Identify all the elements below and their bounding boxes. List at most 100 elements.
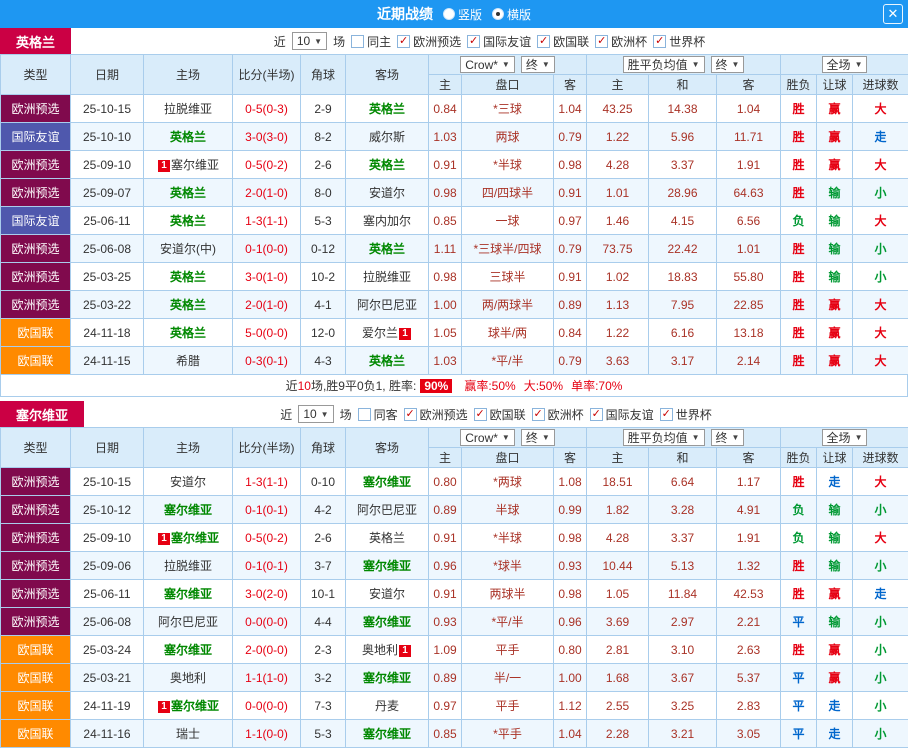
handicap-away-odds-cell: 0.96 <box>553 607 587 636</box>
layout-radio-vertical[interactable]: 竖版 <box>442 6 482 23</box>
checkbox-checked-icon <box>403 407 417 421</box>
goals-result-cell: 小 <box>852 691 908 720</box>
top-bar: 近期战绩 竖版 横版 ✕ <box>0 0 908 28</box>
handicap-home-odds-cell: 1.03 <box>428 122 462 151</box>
home-team-cell: 安道尔 <box>143 467 233 496</box>
home-team-cell: 塞尔维亚 <box>143 579 233 608</box>
team-name: 丹麦 <box>374 699 399 713</box>
home-team-cell: 英格兰 <box>143 318 233 347</box>
competition-checkbox[interactable]: 世界杯 <box>653 33 705 50</box>
team-name: 拉脱维亚 <box>163 559 212 573</box>
avg-home-odds-cell: 1.13 <box>586 290 649 319</box>
final-select[interactable]: 终 ▼ <box>710 56 745 73</box>
chevron-down-icon: ▼ <box>541 60 550 69</box>
odds-source-select[interactable]: Crow* ▼ <box>460 56 515 73</box>
same-venue-checkbox[interactable]: 同主 <box>351 33 391 50</box>
rank-badge: 1 <box>157 533 170 545</box>
result-cell: 胜 <box>780 467 818 496</box>
competition-checkbox[interactable]: 欧国联 <box>473 406 526 423</box>
corner-cell: 2-9 <box>300 94 346 123</box>
competition-checkbox[interactable]: 欧洲预选 <box>397 33 461 50</box>
team-name: 阿尔巴尼亚 <box>356 503 417 517</box>
odds-source-select[interactable]: Crow* ▼ <box>460 429 515 446</box>
handicap-line-cell: 半球 <box>461 495 554 524</box>
competition-checkbox[interactable]: 世界杯 <box>659 406 712 423</box>
col-corner: 角球 <box>300 427 346 468</box>
corner-cell: 10-2 <box>300 262 346 291</box>
handicap-result-cell: 赢 <box>816 318 854 347</box>
date-cell: 25-10-12 <box>70 495 144 524</box>
league-type-cell: 欧洲预选 <box>0 262 71 291</box>
section-head-england: 英格兰 近 10▼ 场 同主 欧洲预选 国际友谊 欧国联 欧洲杯 世界杯 <box>0 28 908 54</box>
handicap-result-cell: 走 <box>816 467 854 496</box>
result-cell: 胜 <box>780 178 818 207</box>
league-type-cell: 欧洲预选 <box>0 178 71 207</box>
competition-checkbox[interactable]: 欧国联 <box>537 33 589 50</box>
avg-away-odds-cell: 4.91 <box>715 495 782 524</box>
away-team-cell: 英格兰 <box>345 346 429 375</box>
competition-checkbox[interactable]: 欧洲杯 <box>595 33 647 50</box>
league-type-cell: 欧洲预选 <box>0 579 71 608</box>
avg-odds-select[interactable]: 胜平负均值 ▼ <box>622 56 705 73</box>
final-select[interactable]: 终 ▼ <box>520 56 555 73</box>
result-cell: 平 <box>780 719 818 748</box>
result-group-header: 全场 ▼ <box>780 427 908 448</box>
away-team-cell: 阿尔巴尼亚 <box>345 290 429 319</box>
competition-checkbox[interactable]: 欧洲预选 <box>403 406 468 423</box>
handicap-home-odds-cell: 1.11 <box>428 234 462 263</box>
league-type-cell: 国际友谊 <box>0 122 71 151</box>
date-cell: 25-09-07 <box>70 178 144 207</box>
handicap-result-cell: 赢 <box>816 122 854 151</box>
competition-label: 欧国联 <box>553 34 590 49</box>
col-result: 胜负 <box>780 74 818 95</box>
handicap-home-odds-cell: 0.89 <box>428 663 462 692</box>
match-count-select[interactable]: 10 ▼ <box>291 32 328 50</box>
checkbox-icon <box>351 34 365 48</box>
home-team-cell: 1 塞尔维亚 <box>143 523 233 552</box>
handicap-result-cell: 输 <box>816 607 854 636</box>
competition-label: 欧国联 <box>489 407 526 422</box>
radio-label: 竖版 <box>457 7 482 22</box>
score-cell: 1-3(1-1) <box>232 467 301 496</box>
handicap-result-cell: 输 <box>816 234 854 263</box>
final-select[interactable]: 终 ▼ <box>710 429 745 446</box>
competition-checkbox[interactable]: 欧洲杯 <box>531 406 584 423</box>
close-icon[interactable]: ✕ <box>883 4 903 24</box>
away-team-cell: 塞尔维亚 <box>345 607 429 636</box>
team-name: 塞尔维亚 <box>362 559 411 573</box>
avg-home-odds-cell: 1.22 <box>586 122 649 151</box>
avg-away-odds-cell: 6.56 <box>715 206 782 235</box>
avg-draw-odds-cell: 3.17 <box>648 346 717 375</box>
corner-cell: 5-3 <box>300 719 346 748</box>
same-venue-checkbox[interactable]: 同客 <box>357 406 398 423</box>
score-cell: 1-3(1-1) <box>232 206 301 235</box>
date-cell: 24-11-15 <box>70 346 144 375</box>
col-goals-result: 进球数 <box>852 447 908 468</box>
competition-checkbox[interactable]: 国际友谊 <box>589 406 654 423</box>
league-type-cell: 欧洲预选 <box>0 467 71 496</box>
handicap-line-cell: *半球 <box>461 150 554 179</box>
date-cell: 25-03-24 <box>70 635 144 664</box>
result-cell: 负 <box>780 206 818 235</box>
scope-select[interactable]: 全场 ▼ <box>821 429 868 446</box>
avg-draw-odds-cell: 18.83 <box>648 262 717 291</box>
avg-odds-select[interactable]: 胜平负均值 ▼ <box>622 429 705 446</box>
layout-radio-horizontal[interactable]: 横版 <box>492 6 531 23</box>
col-score: 比分(半场) <box>232 427 301 468</box>
away-team-cell: 奥地利 1 <box>345 635 429 664</box>
match-count-select[interactable]: 10 ▼ <box>298 405 334 423</box>
scope-select[interactable]: 全场 ▼ <box>821 56 868 73</box>
avg-draw-odds-cell: 3.28 <box>648 495 717 524</box>
summary-text: 10 <box>297 378 311 393</box>
competition-checkbox[interactable]: 国际友谊 <box>467 33 531 50</box>
checkbox-checked-icon <box>595 34 609 48</box>
handicap-line-cell: 四/四球半 <box>461 178 554 207</box>
handicap-away-odds-cell: 0.98 <box>553 150 587 179</box>
home-team-cell: 1 塞尔维亚 <box>143 691 233 720</box>
home-team-cell: 英格兰 <box>143 122 233 151</box>
corner-cell: 4-1 <box>300 290 346 319</box>
team-name: 奥地利 <box>361 643 398 657</box>
final-select[interactable]: 终 ▼ <box>520 429 555 446</box>
team-name: 塞尔维亚 <box>362 475 411 489</box>
result-cell: 平 <box>780 607 818 636</box>
